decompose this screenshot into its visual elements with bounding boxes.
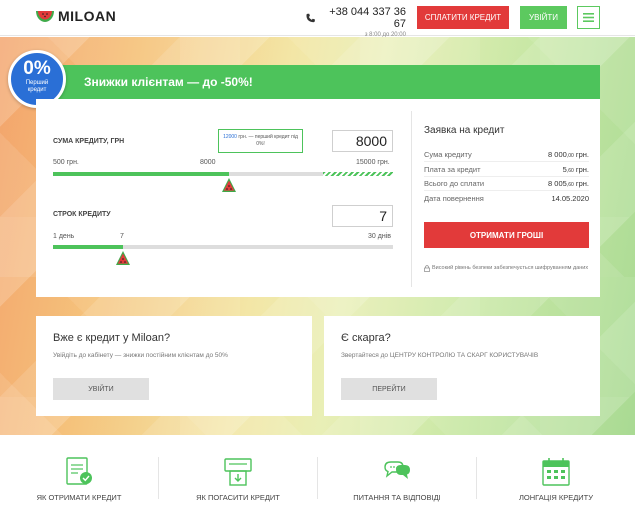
watermelon-logo-icon [36, 11, 54, 22]
summary-row-value: 8 000,00 грн. [548, 150, 589, 159]
card-title: Є скарга? [341, 332, 391, 344]
summary-row-divider [424, 190, 589, 191]
term-slider[interactable] [53, 245, 393, 249]
hamburger-icon [583, 13, 594, 22]
card-title: Вже є кредит у Miloan? [53, 332, 171, 344]
amount-slider-fill [53, 172, 229, 176]
amount-free-zone [323, 172, 393, 176]
summary-row: Дата повернення 14.05.2020 [424, 194, 589, 208]
badge-caption: Перший кредит [25, 80, 49, 93]
feature-faq[interactable]: ПИТАННЯ ТА ВІДПОВІДІ [318, 435, 476, 511]
features-bar: ЯК ОТРИМАТИ КРЕДИТ ЯК ПОГАСИТИ КРЕДИТ ПИ… [0, 435, 635, 511]
summary-row-label: Всього до сплати [424, 179, 485, 188]
phone-number[interactable]: +38 044 337 36 67 [320, 6, 406, 30]
summary-value-unit: грн. [573, 150, 589, 159]
logo-text: MILOAN [58, 8, 117, 24]
payment-terminal-icon [224, 458, 252, 486]
summary-row-value: 5,60 грн. [563, 165, 589, 174]
card-text: Увійдіть до кабінету — знижки постійним … [53, 352, 228, 359]
summary-value-int: 8 000 [548, 150, 567, 159]
security-note-text: Високий рівень безпеки забезпечується ши… [432, 265, 589, 271]
document-check-icon [66, 457, 92, 485]
badge-percent: 0% [23, 58, 51, 79]
term-current-label: 7 [120, 233, 124, 240]
promo-text: Знижки клієнтам — до -50%! [84, 75, 253, 89]
term-slider-fill [53, 245, 123, 249]
summary-value-dec: ,60 [566, 167, 574, 174]
amount-label: СУМА КРЕДИТУ, ГРН [53, 138, 125, 145]
summary-value-unit: грн. [573, 179, 589, 188]
menu-button[interactable] [577, 6, 600, 29]
summary-value-int: 14.05.2020 [551, 193, 589, 203]
loan-calculator: СУМА КРЕДИТУ, ГРН 12000 грн. — перший кр… [36, 99, 600, 297]
feature-how-to-repay[interactable]: ЯК ПОГАСИТИ КРЕДИТ [159, 435, 317, 511]
summary-row-label: Сума кредиту [424, 150, 472, 159]
amount-input[interactable]: 8000 [332, 130, 393, 152]
summary-value-dec: ,60 [566, 182, 574, 188]
amount-slider-handle-icon[interactable] [221, 177, 237, 193]
tooltip-highlight: 12000 [223, 134, 237, 140]
amount-slider[interactable] [53, 172, 393, 176]
chat-bubbles-icon [384, 461, 410, 479]
summary-row-value: 8 005,60 грн. [548, 179, 589, 188]
amount-max-label: 15000 грн. [356, 159, 390, 166]
feature-label: ПИТАННЯ ТА ВІДПОВІДІ [353, 493, 441, 502]
calculator-divider [411, 111, 412, 287]
summary-row-label: Дата повернення [424, 193, 484, 203]
card-text: Звертайтеся до ЦЕНТРУ КОНТРОЛЮ ТА СКАРГ … [341, 352, 539, 359]
summary-row-divider [424, 175, 589, 177]
lock-icon [424, 265, 430, 272]
term-max-label: 30 днів [368, 233, 391, 240]
amount-min-label: 500 грн. [53, 159, 79, 166]
summary-row-divider [424, 161, 589, 162]
term-label: СТРОК КРЕДИТУ [53, 211, 111, 218]
site-header: MILOAN +38 044 337 36 67 з 8:00 до 20:00… [0, 0, 635, 38]
card-go-button[interactable]: ПЕРЕЙТИ [341, 378, 437, 400]
existing-client-card: Вже є кредит у Miloan? Увійдіть до кабін… [36, 316, 312, 416]
summary-value-int: 8 005 [548, 179, 567, 188]
contact-block: +38 044 337 36 67 з 8:00 до 20:00 [306, 6, 406, 38]
feature-label: ЛОНГАЦІЯ КРЕДИТУ [518, 493, 594, 502]
feature-prolongation[interactable]: ЛОНГАЦІЯ КРЕДИТУ [477, 435, 635, 511]
login-button[interactable]: УВІЙТИ [520, 6, 567, 29]
amount-current-label: 8000 [200, 159, 216, 166]
pay-credit-button[interactable]: СПЛАТИТИ КРЕДИТ [417, 6, 509, 29]
summary-value-dec: ,00 [566, 153, 574, 159]
feature-label: ЯК ОТРИМАТИ КРЕДИТ [36, 493, 122, 502]
tooltip-text: грн. — перший кредит під 0%! [238, 134, 298, 147]
term-min-label: 1 день [53, 233, 75, 240]
logo[interactable]: MILOAN [36, 8, 116, 24]
amount-slider-track [229, 172, 323, 176]
summary-value-unit: грн. [573, 164, 589, 174]
card-login-button[interactable]: УВІЙТИ [53, 378, 149, 400]
calendar-icon [542, 458, 570, 486]
phone-icon [306, 13, 315, 23]
get-money-button[interactable]: ОТРИМАТИ ГРОШІ [424, 222, 589, 248]
feature-label: ЯК ПОГАСИТИ КРЕДИТ [196, 493, 280, 502]
amount-tooltip: 12000 грн. — перший кредит під 0%! [218, 129, 303, 153]
feature-how-to-get[interactable]: ЯК ОТРИМАТИ КРЕДИТ [0, 435, 158, 511]
security-note: Високий рівень безпеки забезпечується ши… [424, 265, 589, 272]
term-slider-handle-icon[interactable] [115, 250, 131, 266]
complaint-card: Є скарга? Звертайтеся до ЦЕНТРУ КОНТРОЛЮ… [324, 316, 600, 416]
summary-title: Заявка на кредит [424, 125, 505, 136]
promo-banner: Знижки клієнтам — до -50%! [36, 65, 600, 99]
term-input[interactable]: 7 [332, 205, 393, 227]
summary-row-value: 14.05.2020 [551, 194, 589, 203]
summary-row-label: Плата за кредит [424, 164, 481, 174]
